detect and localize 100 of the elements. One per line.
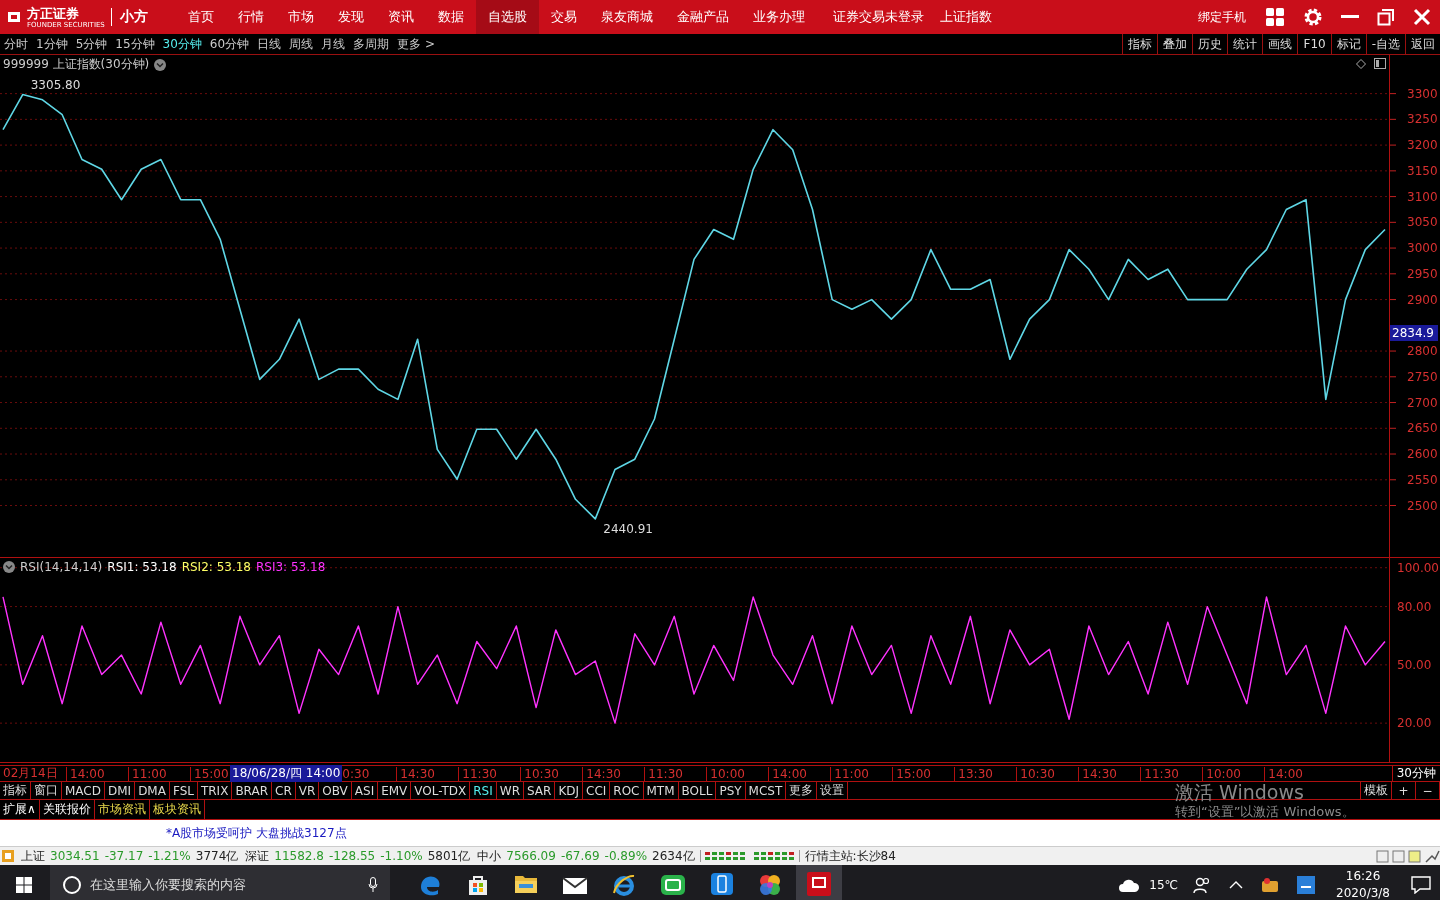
indicator-tab[interactable]: OBV — [319, 782, 352, 799]
indicator-tab[interactable]: PSY — [716, 782, 746, 799]
windows-start-icon[interactable] — [16, 877, 32, 893]
nav-tab[interactable]: 金融产品 — [664, 0, 741, 34]
extension-tab[interactable]: 扩展∧ — [0, 800, 40, 819]
settings-icon[interactable] — [1303, 7, 1323, 27]
period-tab[interactable]: 日线 — [253, 35, 286, 53]
nav-tab[interactable]: 行情 — [225, 0, 276, 34]
time-label: 14:00 — [1264, 766, 1327, 781]
nav-tab[interactable]: 泉友商城 — [588, 0, 665, 34]
period-tab[interactable]: 5分钟 — [71, 35, 112, 53]
indicator-tab[interactable]: RSI — [470, 782, 497, 799]
index-change: -37.17 — [104, 849, 144, 863]
indicator-tab[interactable]: BOLL — [678, 782, 717, 799]
period-tab[interactable]: 周线 — [285, 35, 318, 53]
zoom-button[interactable]: − — [1416, 782, 1440, 799]
chat-app-icon[interactable] — [660, 873, 686, 897]
toolbar-button[interactable]: 画线 — [1262, 34, 1298, 54]
indicator-tab[interactable]: VOL-TDX — [411, 782, 471, 799]
index-turnover: 2634亿 — [652, 847, 695, 865]
dropdown-icon[interactable] — [154, 58, 167, 71]
bind-phone-link[interactable]: 绑定手机 — [1198, 8, 1246, 26]
mail-icon[interactable] — [562, 875, 588, 895]
indicator-tab[interactable]: KDJ — [555, 782, 584, 799]
restore-icon[interactable] — [1377, 8, 1395, 26]
people-icon[interactable] — [1193, 876, 1212, 894]
cloud-icon[interactable] — [1118, 877, 1141, 893]
indicator-tab[interactable]: 指标 — [0, 782, 31, 799]
minimize-icon[interactable] — [1341, 15, 1359, 19]
indicator-tab[interactable]: WR — [496, 782, 524, 799]
axis-label: 3100 — [1407, 189, 1438, 204]
period-tab[interactable]: 更多 > — [393, 35, 439, 53]
extension-tab[interactable]: 关联报价 — [39, 800, 95, 819]
toolbar-button[interactable]: 历史 — [1192, 34, 1228, 54]
indicator-tab[interactable]: MCST — [745, 782, 787, 799]
folder-icon[interactable] — [514, 873, 538, 895]
logo-text: 方正证券 — [27, 5, 79, 21]
indicator-tab[interactable]: DMI — [105, 782, 136, 799]
nav-tab[interactable]: 发现 — [325, 0, 376, 34]
phone-app-icon[interactable] — [710, 872, 734, 896]
color-wheel-icon[interactable] — [758, 873, 782, 897]
indicator-tab[interactable]: ROC — [610, 782, 644, 799]
taskbar-clock[interactable]: 16:26 2020/3/8 — [1336, 868, 1390, 900]
indicator-tab[interactable]: TRIX — [197, 782, 233, 799]
indicator-tab[interactable]: 窗口 — [31, 782, 62, 799]
toolbar-button[interactable]: 统计 — [1227, 34, 1263, 54]
indicator-reading: RSI2: 53.18 — [181, 560, 251, 574]
period-tab[interactable]: 多周期 — [349, 35, 394, 53]
nav-tab[interactable]: 数据 — [425, 0, 476, 34]
tray-tool-icons[interactable] — [1376, 849, 1440, 863]
indicator-tab[interactable]: 设置 — [817, 782, 849, 799]
indicator-tab[interactable]: VR — [295, 782, 320, 799]
period-tab[interactable]: 30分钟 — [158, 35, 206, 53]
ie-browser-icon[interactable] — [612, 873, 636, 897]
toolbar-button[interactable]: 标记 — [1330, 34, 1366, 54]
indicator-tab[interactable]: FSL — [169, 782, 198, 799]
indicator-tab[interactable]: SAR — [524, 782, 556, 799]
toolbar-button[interactable]: 叠加 — [1157, 34, 1193, 54]
extension-tab[interactable]: 板块资讯 — [149, 800, 205, 819]
store-bag-icon[interactable] — [466, 873, 490, 897]
indicator-tab[interactable]: ASI — [351, 782, 379, 799]
nav-tab[interactable]: 资讯 — [375, 0, 426, 34]
dropdown-icon[interactable] — [3, 561, 15, 573]
taskbar-search-field[interactable]: 在这里输入你要搜索的内容 — [50, 865, 390, 900]
indicator-tab[interactable]: MACD — [62, 782, 105, 799]
news-ticker-link[interactable]: *A股市场受呵护 大盘挑战3127点 — [166, 824, 347, 842]
period-tab[interactable]: 月线 — [317, 35, 350, 53]
nav-tab[interactable]: 市场 — [275, 0, 326, 34]
zoom-button[interactable]: + — [1392, 782, 1416, 799]
axis-label: 2500 — [1407, 498, 1438, 513]
indicator-tab[interactable]: CCI — [583, 782, 611, 799]
time-label: 11:30 — [1140, 766, 1203, 781]
indicator-tab[interactable]: DMA — [135, 782, 170, 799]
nav-tab[interactable]: 业务办理 — [740, 0, 817, 34]
indicator-reading: RSI3: 53.18 — [256, 560, 326, 574]
indicator-tab[interactable]: 更多 — [786, 782, 818, 799]
notification-icon[interactable] — [1411, 876, 1431, 894]
toolbar-button[interactable]: 指标 — [1122, 34, 1158, 54]
nav-tab[interactable]: 首页 — [175, 0, 226, 34]
period-tab[interactable]: 60分钟 — [205, 35, 254, 53]
tray-app-icon[interactable] — [1261, 877, 1280, 893]
toolbar-button[interactable]: -自选 — [1365, 34, 1405, 54]
period-tab[interactable]: 15分钟 — [111, 35, 159, 53]
indicator-tab[interactable]: CR — [272, 782, 296, 799]
nav-tab[interactable]: 自选股 — [475, 0, 539, 34]
close-icon[interactable] — [1413, 8, 1431, 26]
indicator-tab[interactable]: BRAR — [232, 782, 272, 799]
template-button[interactable]: 模板 — [1360, 782, 1392, 799]
extension-tab[interactable]: 市场资讯 — [94, 800, 150, 819]
panel-icon[interactable] — [1374, 58, 1386, 69]
diamond-icon[interactable] — [1356, 59, 1366, 69]
toolbar-button[interactable]: F10 — [1297, 34, 1331, 54]
indicator-tab[interactable]: MTM — [643, 782, 679, 799]
period-tab[interactable]: 1分钟 — [32, 35, 72, 53]
nav-tab[interactable]: 交易 — [538, 0, 589, 34]
period-tab[interactable]: 分时 — [0, 35, 32, 53]
indicator-tab[interactable]: EMV — [378, 782, 412, 799]
toolbar-button[interactable]: 返回 — [1405, 34, 1440, 54]
caret-up-icon[interactable] — [1229, 881, 1244, 889]
grid-icon[interactable] — [1265, 7, 1285, 27]
